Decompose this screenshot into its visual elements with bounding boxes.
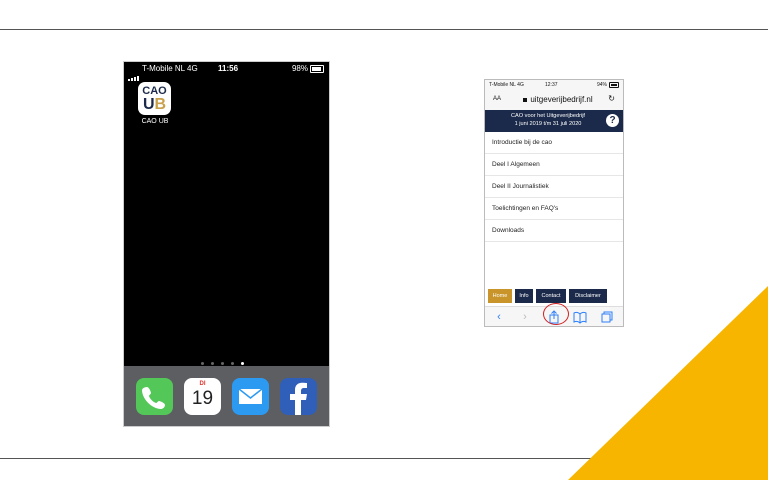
forward-button[interactable]: › [517,310,533,324]
app-icon-letter-b: B [154,96,167,113]
top-divider [0,29,768,30]
banner-title: CAO voor het Uitgeverijbedrijf [511,113,585,119]
menu-item-downloads[interactable]: Downloads [485,220,623,242]
battery-percent: 94% [596,82,607,88]
battery-indicator: 94% [597,80,619,90]
battery-icon [310,64,324,73]
carrier-label: T-Mobile NL 4G [489,82,524,88]
calendar-date: 19 [191,388,214,409]
phone-icon [142,387,165,409]
bottom-navigation: Home Info Contact Disclaimer [488,289,622,303]
battery-icon [609,81,619,88]
site-menu: Introductie bij de cao Deel I Algemeen D… [485,132,623,242]
nav-home-button[interactable]: Home [488,289,512,303]
clock: 11:56 [218,64,239,73]
tabs-icon[interactable] [599,310,615,324]
share-highlight-circle [543,303,569,325]
status-bar: T-Mobile NL 4G 11:56 98% [124,62,329,81]
battery-indicator: 98% [292,62,324,76]
safari-phone: T-Mobile NL 4G 12:37 94% AA uitgeverijbe… [485,80,623,326]
lock-icon [523,97,528,102]
mail-app-icon[interactable] [232,378,269,415]
tabs-glyph [601,311,613,323]
address-bar: AA uitgeverijbedrijf.nl ↻ [485,90,623,110]
signal-icon [128,67,140,81]
book-glyph [573,311,587,324]
calendar-app-icon[interactable]: DI 19 [184,378,221,415]
menu-item-deel-1[interactable]: Deel I Algemeen [485,154,623,176]
page-dot [211,362,214,365]
app-label: CAO UB [141,118,169,125]
url-field[interactable]: uitgeverijbedrijf.nl [515,95,601,104]
page-dot [201,362,204,365]
url-text: uitgeverijbedrijf.nl [530,95,593,104]
app-icon-text-bottom: UB [138,97,171,113]
carrier-label: T-Mobile NL 4G [142,64,198,73]
menu-item-deel-2[interactable]: Deel II Journalistiek [485,176,623,198]
facebook-app-icon[interactable] [280,378,317,415]
facebook-icon [290,382,307,415]
menu-item-introductie[interactable]: Introductie bij de cao [485,132,623,154]
cao-ub-app-icon[interactable]: CAO UB [138,82,171,115]
nav-info-button[interactable]: Info [515,289,533,303]
status-bar: T-Mobile NL 4G 12:37 94% [485,80,623,90]
dock: DI 19 [124,366,329,426]
clock: 12:37 [545,82,558,88]
back-button[interactable]: ‹ [491,310,507,324]
reload-icon[interactable]: ↻ [608,94,615,103]
page-indicator[interactable] [201,352,261,365]
nav-contact-button[interactable]: Contact [536,289,566,303]
bookmarks-icon[interactable] [572,310,588,324]
battery-percent: 98% [291,64,308,73]
menu-item-toelichtingen[interactable]: Toelichtingen en FAQ's [485,198,623,220]
home-screen-phone: T-Mobile NL 4G 11:56 98% CAO UB CAO UB D… [124,62,329,426]
page-dot-active [241,362,244,365]
page-dot [231,362,234,365]
help-button[interactable]: ? [606,114,619,127]
site-header-banner: CAO voor het Uitgeverijbedrijf 1 juni 20… [485,110,623,132]
calendar-day: DI [199,381,206,387]
app-icon-letter-u: U [142,96,155,113]
reader-options-button[interactable]: AA [493,96,501,102]
banner-period: 1 juni 2019 t/m 31 juli 2020 [514,121,582,127]
page-dot [221,362,224,365]
nav-disclaimer-button[interactable]: Disclaimer [569,289,607,303]
phone-app-icon[interactable] [136,378,173,415]
mail-icon [238,388,263,404]
